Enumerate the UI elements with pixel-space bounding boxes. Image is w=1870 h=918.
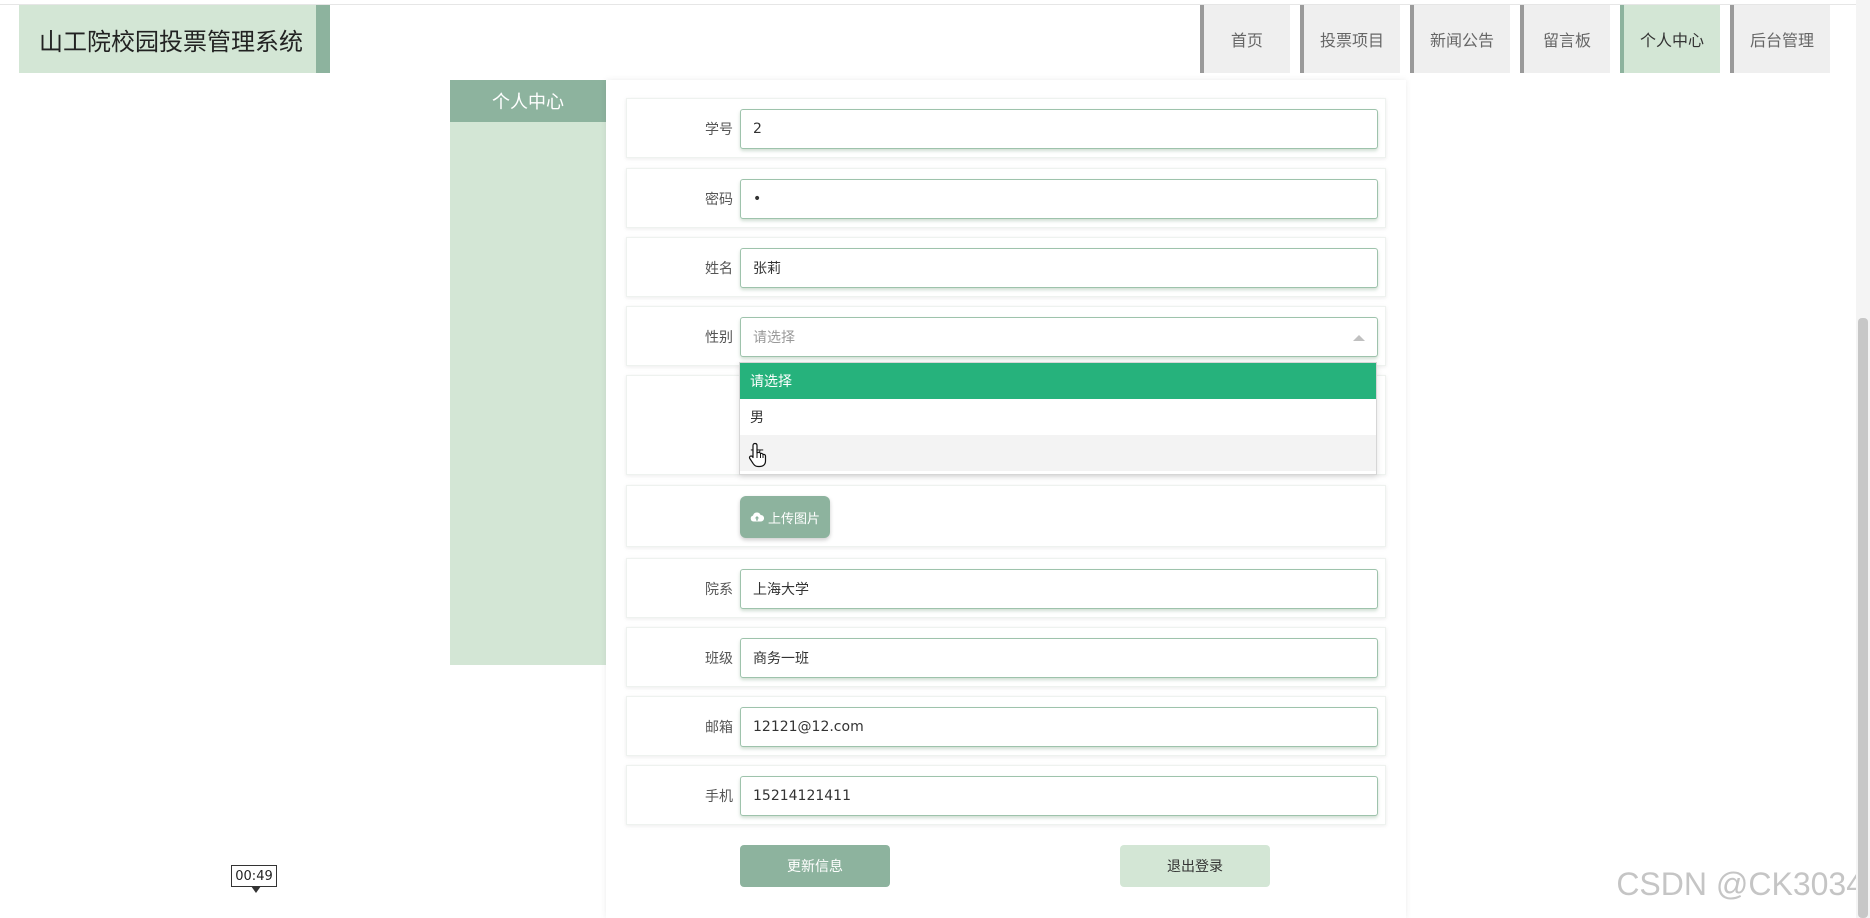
logout-button[interactable]: 退出登录	[1120, 845, 1270, 887]
gender-option-female[interactable]: 女	[740, 435, 1376, 471]
main-nav: 首页 投票项目 新闻公告 留言板 个人中心 后台管理	[1199, 5, 1830, 73]
video-timestamp: 00:49	[231, 865, 277, 893]
scrollbar[interactable]	[1856, 0, 1870, 918]
student-id-input[interactable]: 2	[740, 109, 1378, 149]
update-info-button[interactable]: 更新信息	[740, 845, 890, 887]
name-input[interactable]: 张莉	[740, 248, 1378, 288]
phone-label: 手机	[705, 789, 733, 805]
gender-select[interactable]: 请选择	[740, 317, 1378, 357]
form-row-name: 姓名 张莉	[626, 237, 1386, 297]
site-title-text: 山工院校园投票管理系统	[39, 27, 303, 56]
department-label: 院系	[705, 582, 733, 598]
gender-select-value: 请选择	[753, 330, 795, 346]
gender-option-placeholder[interactable]: 请选择	[740, 363, 1376, 399]
class-label: 班级	[705, 651, 733, 667]
form-row-password: 密码 •	[626, 168, 1386, 228]
email-input[interactable]: 12121@12.com	[740, 707, 1378, 747]
sidebar: 个人中心	[450, 80, 606, 665]
profile-form-panel: 学号 2 密码 • 姓名 张莉 性别 请选择 上传图片 院系 上海大学 班级 商…	[606, 80, 1406, 918]
password-input[interactable]: •	[740, 179, 1378, 219]
phone-input[interactable]: 15214121411	[740, 776, 1378, 816]
nav-item-message-board[interactable]: 留言板	[1519, 5, 1610, 73]
student-id-label: 学号	[705, 122, 733, 138]
form-row-email: 邮箱 12121@12.com	[626, 696, 1386, 756]
form-row-student-id: 学号 2	[626, 98, 1386, 158]
form-row-phone: 手机 15214121411	[626, 765, 1386, 825]
gender-dropdown: 请选择 男 女	[739, 362, 1377, 475]
watermark-text: CSDN @CK3034	[1616, 866, 1864, 902]
password-label: 密码	[705, 192, 733, 208]
nav-item-vote-projects[interactable]: 投票项目	[1299, 5, 1400, 73]
form-row-class: 班级 商务一班	[626, 627, 1386, 687]
form-row-department: 院系 上海大学	[626, 558, 1386, 618]
nav-item-news[interactable]: 新闻公告	[1409, 5, 1510, 73]
gender-label: 性别	[705, 330, 733, 346]
upload-image-button[interactable]: 上传图片	[740, 496, 830, 538]
cloud-upload-icon	[750, 512, 764, 522]
sidebar-header[interactable]: 个人中心	[450, 80, 606, 122]
nav-item-personal-center[interactable]: 个人中心	[1619, 5, 1720, 73]
class-input[interactable]: 商务一班	[740, 638, 1378, 678]
page: 山工院校园投票管理系统 首页 投票项目 新闻公告 留言板 个人中心 后台管理 个…	[0, 0, 1870, 918]
email-label: 邮箱	[705, 720, 733, 736]
department-input[interactable]: 上海大学	[740, 569, 1378, 609]
form-row-gender: 性别 请选择	[626, 306, 1386, 366]
gender-option-male[interactable]: 男	[740, 399, 1376, 435]
scrollbar-thumb[interactable]	[1858, 318, 1868, 918]
name-label: 姓名	[705, 261, 733, 277]
site-title: 山工院校园投票管理系统	[19, 5, 330, 73]
upload-image-label: 上传图片	[767, 511, 820, 527]
nav-item-admin[interactable]: 后台管理	[1729, 5, 1830, 73]
nav-item-home[interactable]: 首页	[1199, 5, 1290, 73]
caret-up-icon	[1353, 335, 1365, 341]
form-row-upload: 上传图片	[626, 485, 1386, 547]
hand-pointer-icon	[748, 442, 767, 468]
